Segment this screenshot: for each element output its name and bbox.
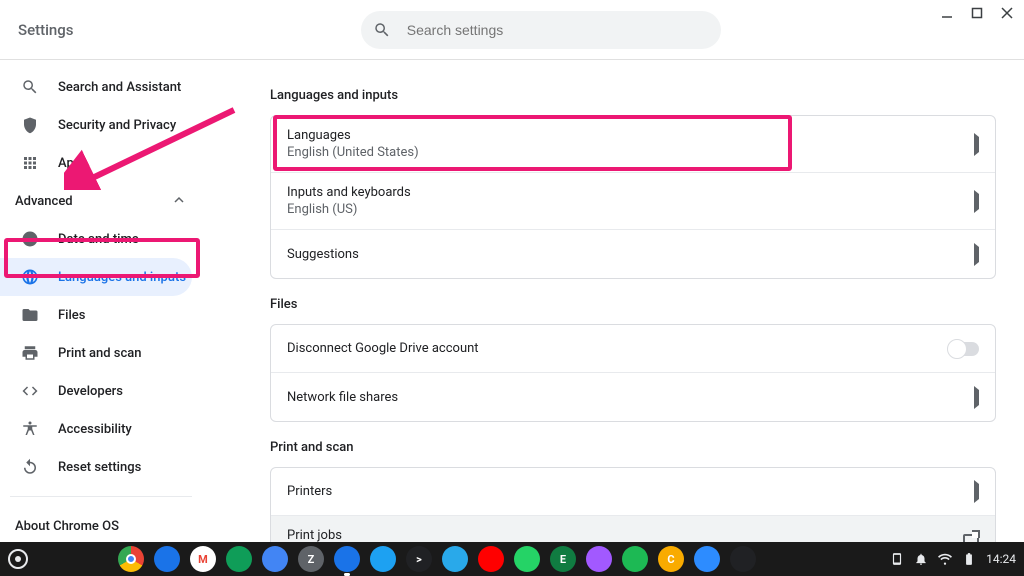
chevron-right-icon bbox=[974, 484, 979, 499]
taskbar-app-docs[interactable] bbox=[262, 546, 288, 572]
search-box[interactable] bbox=[361, 11, 721, 49]
sidebar-about-label: About Chrome OS bbox=[15, 519, 119, 534]
row-title: Suggestions bbox=[287, 247, 359, 262]
row-title: Languages bbox=[287, 128, 419, 143]
globe-icon bbox=[20, 267, 40, 287]
sidebar-item-label: Security and Privacy bbox=[58, 118, 176, 133]
app-title: Settings bbox=[18, 21, 74, 39]
sidebar-item-label: Developers bbox=[58, 384, 123, 399]
taskbar-app-excel[interactable]: E bbox=[550, 546, 576, 572]
taskbar-app-c[interactable]: C bbox=[658, 546, 684, 572]
row-title: Inputs and keyboards bbox=[287, 185, 411, 200]
maximize-button[interactable] bbox=[968, 4, 986, 22]
notifications-icon bbox=[914, 552, 928, 566]
row-title: Disconnect Google Drive account bbox=[287, 341, 479, 356]
section-title-print: Print and scan bbox=[270, 440, 996, 455]
sidebar-item-date-time[interactable]: Date and time bbox=[0, 220, 192, 258]
languages-card: Languages English (United States) Inputs… bbox=[270, 115, 996, 279]
taskbar-app-terminal[interactable]: > bbox=[406, 546, 432, 572]
shield-icon bbox=[20, 115, 40, 135]
files-card: Disconnect Google Drive account Network … bbox=[270, 324, 996, 422]
accessibility-icon bbox=[20, 419, 40, 439]
sidebar-item-languages-inputs[interactable]: Languages and inputs bbox=[0, 258, 192, 296]
row-printers[interactable]: Printers bbox=[271, 468, 995, 516]
apps-icon bbox=[20, 153, 40, 173]
taskbar-app-drive[interactable] bbox=[226, 546, 252, 572]
sidebar-item-print-scan[interactable]: Print and scan bbox=[0, 334, 192, 372]
row-inputs-keyboards[interactable]: Inputs and keyboards English (US) bbox=[271, 173, 995, 230]
sidebar-item-label: Date and time bbox=[58, 232, 139, 247]
chevron-right-icon bbox=[974, 390, 979, 405]
folder-icon bbox=[20, 305, 40, 325]
reset-icon bbox=[20, 457, 40, 477]
battery-icon bbox=[962, 552, 976, 566]
sidebar-item-files[interactable]: Files bbox=[0, 296, 192, 334]
sidebar-item-label: Reset settings bbox=[58, 460, 141, 475]
sidebar-item-security[interactable]: Security and Privacy bbox=[0, 106, 192, 144]
row-subtitle: English (United States) bbox=[287, 145, 419, 160]
chevron-right-icon bbox=[974, 247, 979, 262]
sidebar: Search and Assistant Security and Privac… bbox=[0, 60, 210, 576]
row-title: Print jobs bbox=[287, 528, 447, 543]
taskbar-app-figma[interactable] bbox=[586, 546, 612, 572]
sidebar-item-label: Search and Assistant bbox=[58, 80, 181, 95]
taskbar-app-files[interactable] bbox=[154, 546, 180, 572]
main-content: Languages and inputs Languages English (… bbox=[210, 60, 1024, 576]
row-network-shares[interactable]: Network file shares bbox=[271, 373, 995, 421]
sidebar-item-label: Files bbox=[58, 308, 85, 323]
row-title: Network file shares bbox=[287, 390, 398, 405]
chevron-right-icon bbox=[974, 194, 979, 209]
sidebar-section-label: Advanced bbox=[15, 194, 73, 209]
row-suggestions[interactable]: Suggestions bbox=[271, 230, 995, 278]
taskbar-app-chrome[interactable] bbox=[118, 546, 144, 572]
sidebar-item-label: Apps bbox=[58, 156, 88, 171]
sidebar-item-search-assistant[interactable]: Search and Assistant bbox=[0, 68, 192, 106]
taskbar-app-zoom[interactable] bbox=[694, 546, 720, 572]
taskbar-app-twitter[interactable] bbox=[370, 546, 396, 572]
taskbar-app-book[interactable] bbox=[730, 546, 756, 572]
search-icon bbox=[20, 77, 40, 97]
sidebar-about[interactable]: About Chrome OS bbox=[0, 507, 210, 545]
chevron-right-icon bbox=[974, 137, 979, 152]
sidebar-item-developers[interactable]: Developers bbox=[0, 372, 192, 410]
header: Settings bbox=[0, 0, 1024, 60]
launcher-button[interactable] bbox=[8, 549, 28, 569]
sidebar-divider bbox=[10, 496, 192, 497]
taskbar-app-spotify[interactable] bbox=[622, 546, 648, 572]
clock: 14:24 bbox=[986, 552, 1016, 566]
taskbar-app-whatsapp[interactable] bbox=[514, 546, 540, 572]
toggle-drive[interactable] bbox=[949, 342, 979, 356]
sidebar-item-apps[interactable]: Apps bbox=[0, 144, 192, 182]
taskbar-app-youtube[interactable] bbox=[478, 546, 504, 572]
code-icon bbox=[20, 381, 40, 401]
taskbar-app-gmail[interactable]: M bbox=[190, 546, 216, 572]
section-title-files: Files bbox=[270, 297, 996, 312]
section-title-languages: Languages and inputs bbox=[270, 88, 996, 103]
search-input[interactable] bbox=[407, 22, 709, 38]
taskbar-app-z[interactable]: Z bbox=[298, 546, 324, 572]
taskbar-app-telegram[interactable] bbox=[442, 546, 468, 572]
taskbar-app-settings[interactable] bbox=[334, 546, 360, 572]
sidebar-advanced-toggle[interactable]: Advanced bbox=[0, 182, 210, 220]
sidebar-item-accessibility[interactable]: Accessibility bbox=[0, 410, 192, 448]
clock-icon bbox=[20, 229, 40, 249]
sidebar-item-label: Print and scan bbox=[58, 346, 142, 361]
row-languages[interactable]: Languages English (United States) bbox=[271, 116, 995, 173]
close-button[interactable] bbox=[998, 4, 1016, 22]
taskbar: M Z > E C 14:24 bbox=[0, 542, 1024, 576]
system-tray[interactable]: 14:24 bbox=[890, 552, 1016, 566]
wifi-icon bbox=[938, 552, 952, 566]
phone-icon bbox=[890, 552, 904, 566]
row-subtitle: English (US) bbox=[287, 202, 411, 217]
search-icon bbox=[373, 21, 391, 39]
sidebar-item-reset[interactable]: Reset settings bbox=[0, 448, 192, 486]
minimize-button[interactable] bbox=[938, 4, 956, 22]
row-title: Printers bbox=[287, 484, 332, 499]
sidebar-item-label: Accessibility bbox=[58, 422, 132, 437]
sidebar-item-label: Languages and inputs bbox=[58, 270, 186, 285]
chevron-up-icon bbox=[174, 194, 184, 209]
printer-icon bbox=[20, 343, 40, 363]
row-disconnect-drive[interactable]: Disconnect Google Drive account bbox=[271, 325, 995, 373]
